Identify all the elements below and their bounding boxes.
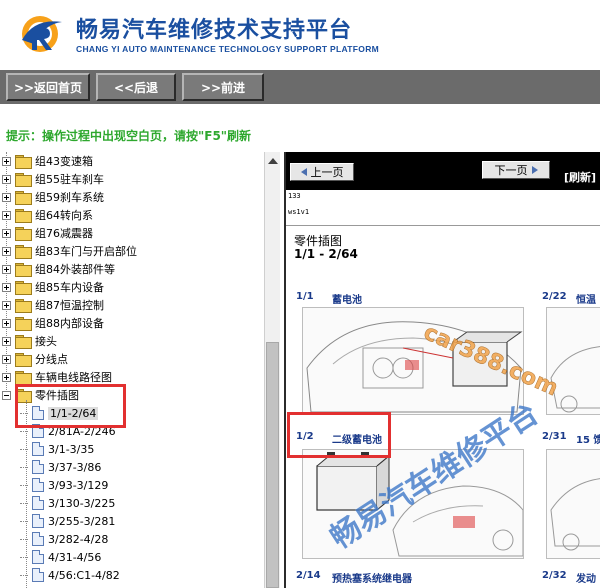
entry-number: 2/22 [542,291,567,302]
entry-label[interactable]: 发动 [576,570,596,585]
app-header: 畅易汽车维修技术支持平台 CHANG YI AUTO MAINTENANCE T… [0,0,600,70]
highlight-box-entry [287,412,391,458]
section-range: 1/1 - 2/64 [294,247,358,261]
arrow-left-icon [300,168,307,176]
tree-child-item[interactable]: 3/93-3/129 [20,476,108,494]
document-icon [32,460,44,474]
tree-item[interactable]: 组64转向系 [0,206,93,224]
expand-plus-icon[interactable] [2,282,11,292]
folder-icon [15,191,32,205]
folder-icon [15,317,32,331]
expand-plus-icon[interactable] [2,318,11,328]
tree-child-item[interactable]: 3/37-3/86 [20,458,101,476]
tree-item[interactable]: 组84外装部件等 [0,260,115,278]
tree-child-item[interactable]: 3/130-3/225 [20,494,115,512]
document-icon [32,550,44,564]
prev-page-button[interactable]: 上一页 [290,163,354,181]
tree-item[interactable]: 接头 [0,332,57,350]
entry-number: 2/31 [542,431,567,442]
tree-item[interactable]: 组88内部设备 [0,314,104,332]
tree-item[interactable]: 组55驻车刹车 [0,170,104,188]
folder-icon [15,155,32,169]
scroll-up-icon[interactable] [268,158,278,164]
refresh-link[interactable]: [刷新] [564,169,596,185]
car-illustration-icon [550,478,600,551]
document-icon [32,496,44,510]
highlight-box-tree [15,384,126,428]
document-icon [32,478,44,492]
folder-icon [15,173,32,187]
folder-icon [15,227,32,241]
expand-plus-icon[interactable] [2,336,11,346]
car-illustration-icon [550,346,600,413]
entry-number: 1/1 [296,291,314,302]
tree-child-item[interactable]: 3/282-4/28 [20,530,108,548]
tree-child-item[interactable]: 3/1-3/35 [20,440,94,458]
entry-number: 2/32 [542,570,567,581]
tree-item[interactable]: 组83车门与开启部位 [0,242,137,260]
app-subtitle: CHANG YI AUTO MAINTENANCE TECHNOLOGY SUP… [76,44,380,54]
entry-label[interactable]: 恒温 [576,291,596,306]
folder-icon [15,353,32,367]
doc-code-2: ws1v1 [288,208,310,216]
notice-text: 提示：操作过程中出现空白页，请按"F5"刷新 [6,128,252,143]
tree-item[interactable]: 组59刹车系统 [0,188,104,206]
folder-icon [15,263,32,277]
expand-plus-icon[interactable] [2,156,11,166]
notice-bar: 提示：操作过程中出现空白页，请按"F5"刷新 [0,118,600,152]
expand-plus-icon[interactable] [2,210,11,220]
document-icon [32,568,44,582]
tree-item[interactable]: 组87恒温控制 [0,296,104,314]
entry-label[interactable]: 预热塞系统继电器 [332,570,412,585]
tree-child-item[interactable]: 4/56:C1-4/82 [20,566,120,584]
folder-icon [15,371,32,385]
expand-plus-icon[interactable] [2,354,11,364]
doc-code-1: 133 [288,192,301,200]
app-title: 畅易汽车维修技术支持平台 [76,18,353,43]
document-icon [32,442,44,456]
tree-child-item[interactable]: 4/31-4/56 [20,548,101,566]
folder-icon [15,281,32,295]
expand-plus-icon[interactable] [2,228,11,238]
tree-item[interactable]: 组85车内设备 [0,278,104,296]
tree-scrollbar[interactable] [264,152,280,588]
expand-plus-icon[interactable] [2,174,11,184]
home-button[interactable]: >>返回首页 [6,73,90,101]
collapse-minus-icon[interactable] [2,390,11,400]
scrollbar-thumb[interactable] [266,342,279,588]
expand-plus-icon[interactable] [2,246,11,256]
expand-plus-icon[interactable] [2,372,11,382]
tree-item[interactable]: 组43变速箱 [0,152,93,170]
tree-panel: 组43变速箱 组55驻车刹车 组59刹车系统 组64转向系 组76减震器 组83… [0,152,264,588]
expand-plus-icon[interactable] [2,300,11,310]
tree-item[interactable]: 组76减震器 [0,224,93,242]
entry-label[interactable]: 15 馈 [576,431,600,446]
tree-item[interactable]: 分线点 [0,350,68,368]
arrow-right-icon [531,166,538,174]
entry-number: 2/14 [296,570,321,581]
viewer-toolbar: 上一页 下一页 [刷新] [286,152,600,190]
folder-icon [15,245,32,259]
document-icon [32,532,44,546]
entry-label[interactable]: 蓄电池 [332,291,362,306]
folder-icon [15,335,32,349]
tree-child-item[interactable]: 3/255-3/281 [20,512,115,530]
document-icon [32,514,44,528]
divider [286,225,600,226]
brand-logo-icon [22,16,62,52]
car-side-diagram-partial[interactable] [546,449,600,559]
next-page-button[interactable]: 下一页 [482,161,550,179]
car-diagram-partial[interactable] [546,307,600,415]
folder-icon [15,299,32,313]
back-button[interactable]: <<后退 [96,73,176,101]
folder-icon [15,209,32,223]
forward-button[interactable]: >>前进 [182,73,264,101]
expand-plus-icon[interactable] [2,192,11,202]
nav-bar: >>返回首页 <<后退 >>前进 [0,70,600,104]
expand-plus-icon[interactable] [2,264,11,274]
